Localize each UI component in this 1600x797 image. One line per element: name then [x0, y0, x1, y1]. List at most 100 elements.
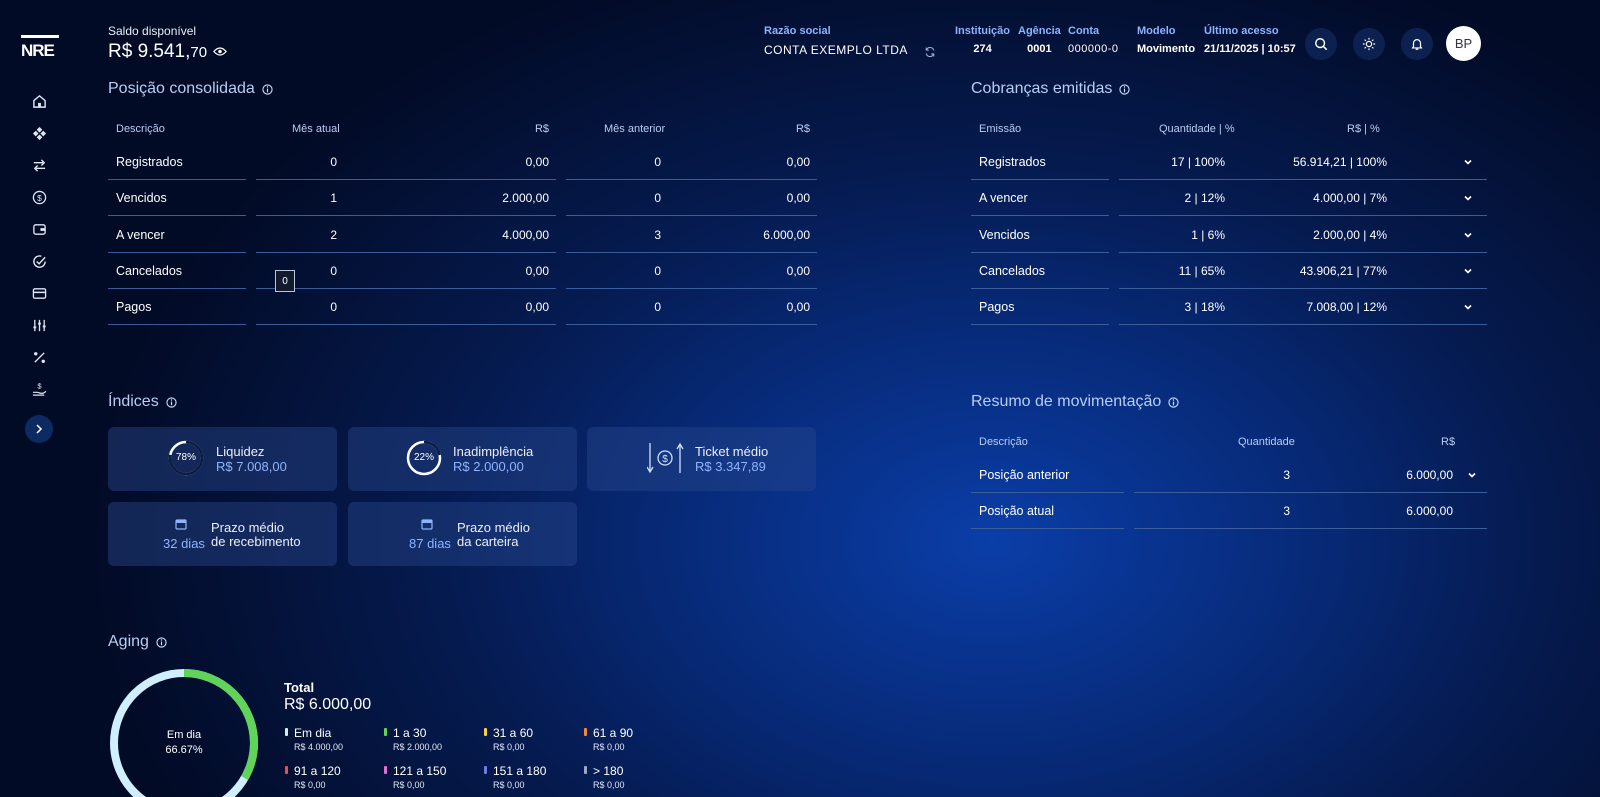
cobrancas-row-valor: 4.000,00 | 7%	[1313, 191, 1387, 205]
posicao-row-valor-anterior: 0,00	[786, 264, 810, 278]
home-icon[interactable]	[28, 90, 50, 112]
chevron-down-icon[interactable]	[1464, 467, 1480, 483]
info-icon[interactable]	[262, 83, 273, 95]
aging-title: Aging	[108, 633, 167, 651]
row-divider	[971, 528, 1124, 529]
cobrancas-row-valor: 2.000,00 | 4%	[1313, 228, 1387, 242]
legend-bucket-value: R$ 0,00	[593, 742, 625, 752]
posicao-row-label: Cancelados	[116, 264, 183, 278]
bell-icon	[1411, 39, 1423, 50]
prazo-carteira-card[interactable]: 87 dias Prazo médio da carteira	[348, 502, 577, 566]
resumo-header: Descrição	[979, 436, 1028, 448]
chevron-right-icon	[36, 424, 43, 434]
hand-money-icon[interactable]: $	[28, 378, 50, 400]
legend-bucket-name: 31 a 60	[493, 726, 534, 740]
search-button[interactable]	[1305, 28, 1337, 60]
info-icon[interactable]	[166, 396, 177, 408]
row-divider	[971, 288, 1109, 289]
ticket-card[interactable]: $ Ticket médio R$ 3.347,89	[587, 427, 816, 491]
check-circle-icon[interactable]	[28, 250, 50, 272]
legend-color-swatch	[285, 728, 288, 736]
posicao-row-qtd-atual: 2	[330, 228, 337, 242]
resumo-header: Quantidade	[1238, 436, 1295, 448]
saldo-main: R$ 9.541,	[108, 41, 191, 62]
chevron-down-icon[interactable]	[1460, 190, 1476, 206]
posicao-row-qtd-atual: 0	[330, 264, 337, 278]
cobrancas-row-label: Cancelados	[979, 264, 1046, 278]
tooltip: 0	[275, 270, 295, 292]
legend-bucket-name: 61 a 90	[593, 726, 634, 740]
razao-social: Razão social CONTA EXEMPLO LTDA	[764, 25, 908, 57]
info-icon[interactable]	[156, 636, 167, 648]
resumo-row-quantidade: 3	[1283, 468, 1290, 482]
chevron-down-icon[interactable]	[1460, 263, 1476, 279]
posicao-row-valor-atual: 4.000,00	[502, 228, 549, 242]
row-divider	[256, 252, 556, 253]
posicao-row-qtd-anterior: 0	[654, 264, 661, 278]
sync-icon[interactable]	[924, 45, 936, 63]
posicao-title: Posição consolidada	[108, 80, 273, 98]
posicao-row-qtd-anterior: 3	[654, 228, 661, 242]
indices-title-text: Índices	[108, 393, 159, 410]
info-icon[interactable]	[1119, 83, 1131, 95]
posicao-row-valor-atual: 0,00	[525, 155, 549, 169]
dashboard-icon[interactable]	[28, 122, 50, 144]
cobrancas-row-valor: 7.008,00 | 12%	[1306, 300, 1387, 314]
razao-label: Razão social	[764, 25, 831, 37]
resumo-row-quantidade: 3	[1283, 504, 1290, 518]
dollar-icon[interactable]: $	[28, 186, 50, 208]
prazo-carteira-days: 87 dias	[409, 536, 451, 551]
aging-title-text: Aging	[108, 633, 149, 650]
instituicao-value: 274	[973, 43, 992, 55]
posicao-header: Descrição	[116, 123, 165, 135]
row-divider	[108, 179, 246, 180]
eye-icon[interactable]	[213, 46, 228, 57]
transfer-icon[interactable]	[28, 154, 50, 176]
cobrancas-title: Cobranças emitidas	[971, 80, 1131, 98]
acesso-value: 21/11/2025 | 10:57	[1204, 43, 1296, 55]
card-icon[interactable]	[28, 282, 50, 304]
expand-sidebar-button[interactable]	[25, 415, 53, 443]
sliders-icon[interactable]	[28, 314, 50, 336]
search-icon	[1315, 38, 1328, 51]
logo[interactable]: NRE	[20, 34, 60, 60]
cobrancas-row-label: Pagos	[979, 300, 1015, 314]
theme-button[interactable]	[1353, 28, 1385, 60]
cobrancas-header: Quantidade | %	[1159, 123, 1235, 135]
chevron-down-icon[interactable]	[1460, 227, 1476, 243]
posicao-row-valor-anterior: 6.000,00	[763, 228, 810, 242]
agencia-label: Agência	[1018, 25, 1061, 37]
resumo-row-valor: 6.000,00	[1406, 504, 1453, 518]
row-divider	[1134, 492, 1487, 493]
percent-icon[interactable]	[28, 346, 50, 368]
posicao-row-valor-anterior: 0,00	[786, 300, 810, 314]
svg-text:$: $	[37, 192, 42, 202]
ticket-value: R$ 3.347,89	[695, 459, 766, 474]
cobrancas-row-valor: 56.914,21 | 100%	[1293, 155, 1387, 169]
legend-bucket-value: R$ 0,00	[593, 780, 625, 790]
chevron-down-icon[interactable]	[1460, 154, 1476, 170]
liquidez-value: R$ 7.008,00	[216, 459, 287, 474]
aging-center-label: Em dia	[166, 729, 202, 741]
inadimplencia-card[interactable]: 22% Inadimplência R$ 2.000,00	[348, 427, 577, 491]
legend-bucket-value: R$ 4.000,00	[294, 742, 344, 752]
notifications-button[interactable]	[1401, 28, 1433, 60]
posicao-row-label: Vencidos	[116, 191, 167, 205]
legend-bucket-value: R$ 0,00	[493, 780, 525, 790]
prazo-recebimento-days: 32 dias	[163, 536, 205, 551]
row-divider	[256, 215, 556, 216]
posicao-title-text: Posição consolidada	[108, 80, 255, 97]
row-divider	[566, 324, 817, 325]
agencia-value: 0001	[1027, 43, 1052, 55]
chevron-down-icon[interactable]	[1460, 299, 1476, 315]
wallet-icon[interactable]	[28, 218, 50, 240]
posicao-header: Mês atual	[292, 123, 340, 135]
legend-bucket-value: R$ 2.000,00	[393, 742, 443, 752]
row-divider	[1119, 252, 1487, 253]
calendar-icon	[421, 519, 433, 530]
posicao-row-qtd-atual: 1	[330, 191, 337, 205]
avatar[interactable]: BP	[1446, 26, 1481, 61]
liquidez-card[interactable]: 78% Liquidez R$ 7.008,00	[108, 427, 337, 491]
info-icon[interactable]	[1168, 396, 1179, 408]
prazo-recebimento-card[interactable]: 32 dias Prazo médio de recebimento	[108, 502, 337, 566]
